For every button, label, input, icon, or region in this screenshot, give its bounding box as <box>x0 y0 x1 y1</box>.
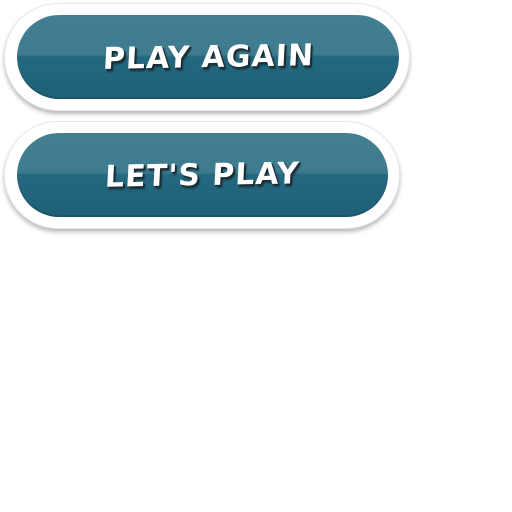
lets-play-label: LET'S PLAY <box>104 155 301 195</box>
play-again-button[interactable]: PLAY AGAIN <box>17 15 399 99</box>
play-again-button-frame: PLAY AGAIN <box>4 3 410 111</box>
lets-play-button-frame: LET'S PLAY <box>4 121 400 229</box>
lets-play-button[interactable]: LET'S PLAY <box>17 133 388 217</box>
game-menu: PLAY AGAIN LET'S PLAY <box>0 0 512 512</box>
play-again-label: PLAY AGAIN <box>101 37 315 77</box>
